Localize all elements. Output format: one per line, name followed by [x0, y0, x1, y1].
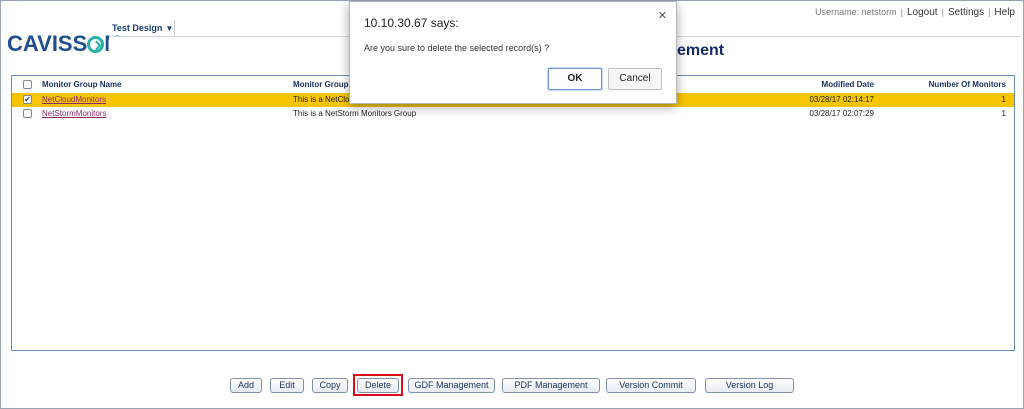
monitor-group-link[interactable]: NetStormMonitors	[42, 109, 106, 118]
row-checkbox[interactable]	[23, 109, 32, 118]
logout-link[interactable]: Logout	[907, 7, 938, 18]
row-checkbox[interactable]: ✔	[23, 95, 32, 104]
row-monitor-count: 1	[1001, 95, 1006, 104]
column-header-modified-date: Modified Date	[821, 80, 874, 89]
select-all-checkbox[interactable]	[23, 80, 32, 89]
confirm-dialog: 10.10.30.67 says: ✕ Are you sure to dele…	[349, 1, 677, 104]
monitor-group-table: Monitor Group Name Monitor Group Modifie…	[11, 75, 1015, 351]
column-header-name: Monitor Group Name	[42, 80, 122, 89]
app-frame: Username: netstorm | Logout | Settings | Help …	[0, 0, 1024, 409]
column-header-monitor-count: Number Of Monitors	[928, 80, 1006, 89]
dialog-title: 10.10.30.67 says:	[364, 16, 459, 30]
version-log-button[interactable]: Version Log	[705, 378, 794, 393]
test-design-menu[interactable]: Test Design ▼	[109, 20, 174, 33]
edit-button[interactable]: Edit	[270, 378, 304, 393]
menu-bar: Test Design ▼	[109, 20, 175, 36]
cavisson-logo: CAVISSN	[7, 31, 120, 57]
pdf-management-button[interactable]: PDF Management	[502, 378, 600, 393]
monitor-group-link[interactable]: NetCloudMonitors	[42, 95, 106, 104]
user-utility-bar: Username: netstorm | Logout | Settings | Help	[815, 7, 1015, 18]
version-commit-button[interactable]: Version Commit	[606, 378, 696, 393]
username-label: Username: netstorm	[815, 7, 897, 17]
copy-button[interactable]: Copy	[312, 378, 348, 393]
table-row[interactable]: NetStormMonitors This is a NetStorm Moni…	[12, 107, 1014, 121]
row-description: This is a NetClo	[293, 95, 350, 104]
row-modified-date: 03/28/17 02:14:17	[809, 95, 874, 104]
help-link[interactable]: Help	[994, 7, 1015, 18]
column-header-description: Monitor Group	[293, 80, 349, 89]
gdf-management-button[interactable]: GDF Management	[408, 378, 495, 393]
ok-button[interactable]: OK	[548, 68, 602, 90]
action-toolbar: Add Edit Copy Delete GDF Management PDF …	[1, 374, 1024, 398]
close-icon[interactable]: ✕	[658, 9, 667, 22]
test-design-label: Test Design	[112, 23, 163, 33]
dialog-message: Are you sure to delete the selected reco…	[364, 43, 550, 53]
page-title: ement	[677, 42, 725, 59]
row-modified-date: 03/28/17 02:07:29	[809, 109, 874, 118]
row-description: This is a NetStorm Monitors Group	[293, 109, 417, 118]
row-monitor-count: 1	[1001, 109, 1006, 118]
logo-o-icon	[87, 36, 105, 53]
chevron-down-icon: ▼	[165, 24, 174, 33]
delete-highlight-box	[353, 374, 403, 396]
add-button[interactable]: Add	[230, 378, 262, 393]
settings-link[interactable]: Settings	[948, 7, 984, 18]
cancel-button[interactable]: Cancel	[608, 68, 662, 90]
